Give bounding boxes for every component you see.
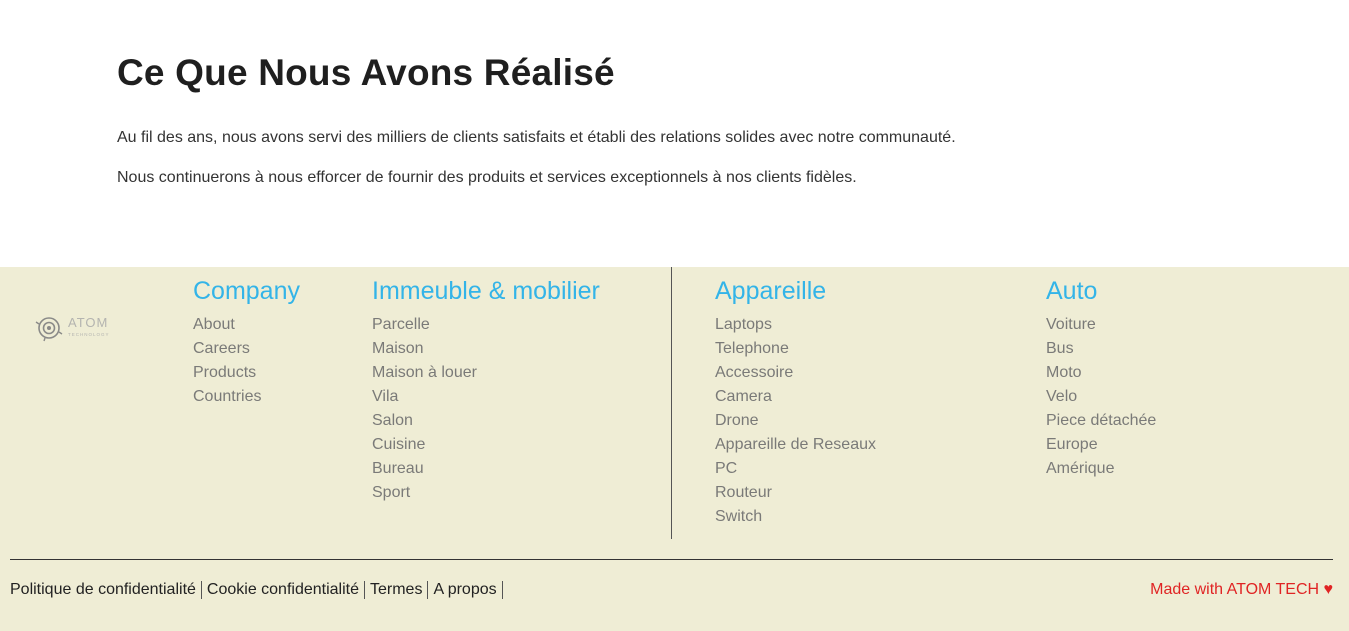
section-title: Ce Que Nous Avons Réalisé — [117, 52, 615, 93]
footer-link-drone[interactable]: Drone — [715, 409, 876, 433]
column-title-auto: Auto — [1046, 277, 1098, 305]
footer-link-accessoire[interactable]: Accessoire — [715, 361, 876, 385]
footer-link-sport[interactable]: Sport — [372, 481, 600, 505]
cookie-policy-link[interactable]: Cookie confidentialité — [207, 581, 364, 599]
about-paragraph-2: Nous continuerons à nous efforcer de fou… — [117, 169, 857, 186]
footer-link-voiture[interactable]: Voiture — [1046, 313, 1156, 337]
footer-link-appareille-de-reseaux[interactable]: Appareille de Reseaux — [715, 433, 876, 457]
footer-column-immeuble: Immeuble & mobilier Parcelle Maison Mais… — [372, 276, 600, 505]
footer-link-telephone[interactable]: Telephone — [715, 337, 876, 361]
footer-link-salon[interactable]: Salon — [372, 409, 600, 433]
footer-divider — [10, 559, 1333, 560]
link-separator — [427, 581, 429, 599]
footer-column-company: Company About Careers Products Countries — [193, 276, 300, 409]
footer-link-bus[interactable]: Bus — [1046, 337, 1156, 361]
svg-text:TECHNOLOGY: TECHNOLOGY — [68, 332, 110, 337]
column-title-company: Company — [193, 277, 300, 305]
footer-link-camera[interactable]: Camera — [715, 385, 876, 409]
column-divider — [671, 267, 672, 539]
footer-link-velo[interactable]: Velo — [1046, 385, 1156, 409]
footer-link-moto[interactable]: Moto — [1046, 361, 1156, 385]
link-separator — [364, 581, 365, 599]
footer-link-cuisine[interactable]: Cuisine — [372, 433, 600, 457]
footer-link-parcelle[interactable]: Parcelle — [372, 313, 600, 337]
footer-link-piece-detachee[interactable]: Piece détachée — [1046, 409, 1156, 433]
footer-link-bureau[interactable]: Bureau — [372, 457, 600, 481]
atom-logo-icon: ATOM TECHNOLOGY — [35, 315, 110, 342]
legal-links: Politique de confidentialité Cookie conf… — [10, 581, 508, 599]
footer-link-countries[interactable]: Countries — [193, 385, 300, 409]
footer-link-careers[interactable]: Careers — [193, 337, 300, 361]
footer-link-about[interactable]: About — [193, 313, 300, 337]
footer-link-pc[interactable]: PC — [715, 457, 876, 481]
made-with-credit: Made with ATOM TECH ♥ — [1150, 581, 1333, 598]
footer-link-laptops[interactable]: Laptops — [715, 313, 876, 337]
svg-text:ATOM: ATOM — [68, 315, 108, 330]
footer-link-maison-a-louer[interactable]: Maison à louer — [372, 361, 600, 385]
footer-link-vila[interactable]: Vila — [372, 385, 600, 409]
about-paragraph-1: Au fil des ans, nous avons servi des mil… — [117, 129, 956, 146]
footer-link-maison[interactable]: Maison — [372, 337, 600, 361]
footer-link-amerique[interactable]: Amérique — [1046, 457, 1156, 481]
atom-logo[interactable]: ATOM TECHNOLOGY — [35, 314, 125, 344]
privacy-policy-link[interactable]: Politique de confidentialité — [10, 581, 201, 599]
link-separator — [501, 581, 503, 599]
about-link[interactable]: A propos — [433, 581, 501, 599]
column-title-appareille: Appareille — [715, 277, 827, 305]
footer-column-appareille: Appareille Laptops Telephone Accessoire … — [715, 276, 876, 529]
footer-link-routeur[interactable]: Routeur — [715, 481, 876, 505]
footer-column-auto: Auto Voiture Bus Moto Velo Piece détaché… — [1046, 276, 1156, 481]
column-title-immeuble: Immeuble & mobilier — [372, 277, 600, 305]
about-section: Ce Que Nous Avons Réalisé Au fil des ans… — [0, 0, 1349, 267]
footer: ATOM TECHNOLOGY Company About Careers Pr… — [0, 267, 1349, 631]
terms-link[interactable]: Termes — [370, 581, 427, 599]
link-separator — [200, 581, 202, 599]
footer-link-products[interactable]: Products — [193, 361, 300, 385]
footer-link-europe[interactable]: Europe — [1046, 433, 1156, 457]
footer-link-switch[interactable]: Switch — [715, 505, 876, 529]
